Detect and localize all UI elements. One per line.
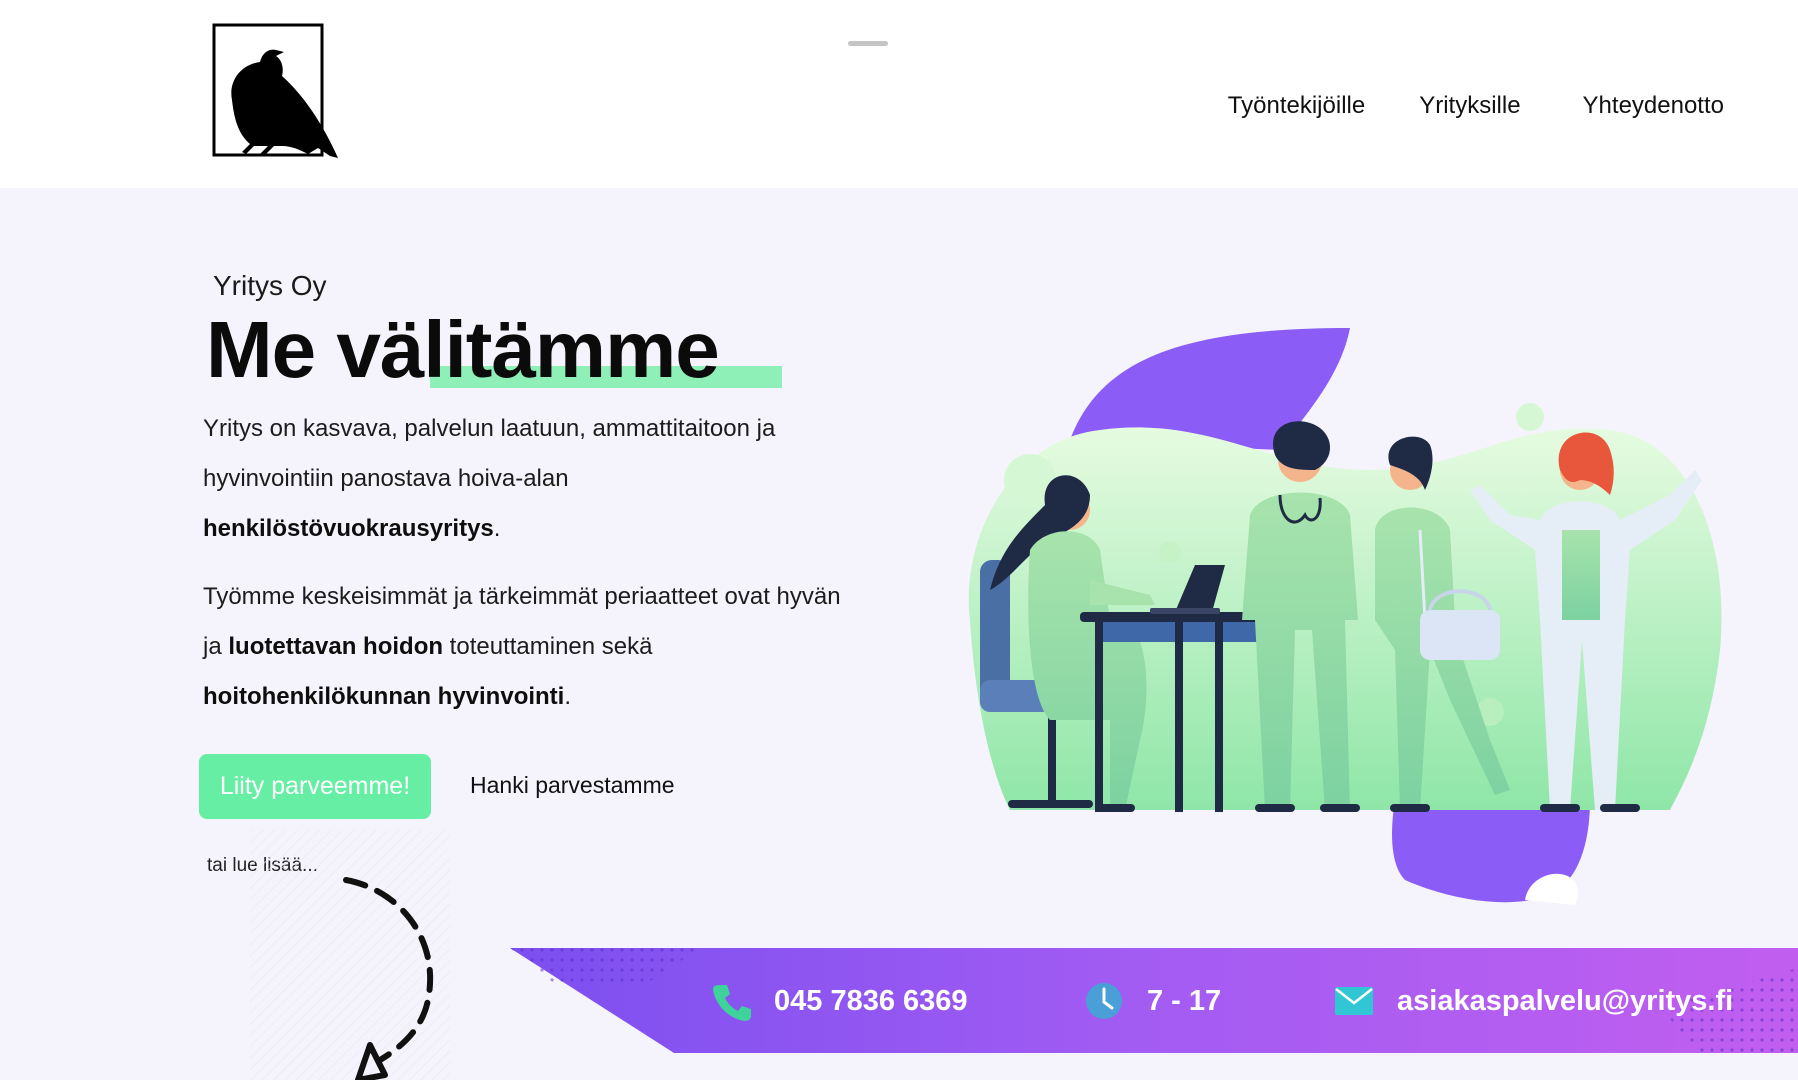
main-nav: Työntekijöille Yrityksille Yhteydenotto [1228, 92, 1724, 120]
contact-hours: 7 - 17 [1083, 980, 1221, 1022]
clock-icon [1083, 980, 1125, 1022]
nav-item-companies[interactable]: Yrityksille [1419, 92, 1520, 120]
intro-text-2: . [493, 515, 501, 542]
drag-handle[interactable] [848, 41, 888, 46]
crow-logo[interactable] [210, 22, 342, 164]
principles-text-3: . [564, 683, 572, 710]
nav-item-contact[interactable]: Yhteydenotto [1583, 92, 1724, 120]
intro-bold-1: henkilöstövuokrausyritys [203, 515, 494, 542]
company-name: Yritys Oy [213, 270, 327, 301]
nav-item-employees[interactable]: Työntekijöille [1228, 92, 1365, 120]
site-header: Työntekijöille Yrityksille Yhteydenotto [0, 0, 1798, 188]
principles-paragraph: Työmme keskeisimmät ja tärkeimmät periaa… [203, 572, 843, 722]
principles-bold-1: luotettavan hoidon [228, 633, 444, 660]
intro-paragraph: Yritys on kasvava, palvelun laatuun, amm… [203, 404, 843, 554]
email-address: asiakaspalvelu@yritys.fi [1397, 984, 1734, 1017]
opening-hours: 7 - 17 [1147, 984, 1222, 1017]
hero-title-wrap: Me välitämme [206, 305, 806, 395]
principles-bold-2: hoitohenkilökunnan hyvinvointi [203, 683, 565, 710]
mail-icon [1333, 980, 1375, 1022]
intro-text-1: Yritys on kasvava, palvelun laatuun, amm… [203, 415, 776, 492]
hire-button[interactable]: Hanki parvestamme [470, 772, 675, 799]
nurses-illustration [968, 328, 1722, 905]
join-button[interactable]: Liity parveemme! [199, 754, 431, 819]
phone-number: 045 7836 6369 [774, 984, 968, 1017]
principles-text-2: toteuttaminen sekä [443, 633, 653, 660]
contact-email[interactable]: asiakaspalvelu@yritys.fi [1333, 980, 1733, 1022]
page-title: Me välitämme [206, 305, 720, 394]
phone-icon [710, 980, 752, 1022]
contact-phone[interactable]: 045 7836 6369 [710, 980, 968, 1022]
